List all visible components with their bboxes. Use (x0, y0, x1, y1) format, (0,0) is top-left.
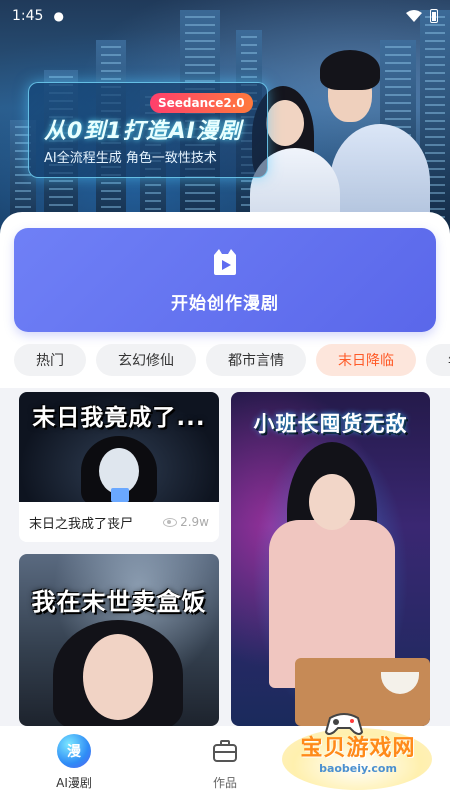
hero-woman-face (266, 100, 304, 146)
drama-thumbnail: 末日我竟成了... (19, 392, 219, 502)
card-info: 末日之我成了丧尸 2.9w (19, 502, 219, 542)
view-count-value: 2.9w (180, 515, 209, 529)
banner-title: 从0到1打造AI漫剧 (44, 119, 242, 144)
drama-card[interactable]: 末日我竟成了... 末日之我成了丧尸 2.9w (19, 392, 219, 542)
thumbnail-title: 末日我竟成了... (32, 405, 206, 431)
drama-title: 末日之我成了丧尸 (29, 516, 134, 532)
watermark-text: 宝贝游戏网 (300, 736, 416, 761)
tab-hot[interactable]: 热门 (14, 344, 86, 376)
battery-icon (430, 9, 438, 23)
nav-ai-comic-label: AI漫剧 (56, 776, 92, 790)
phone-glow (111, 488, 129, 502)
notification-icon: ● (53, 9, 64, 23)
briefcase-icon (213, 740, 237, 762)
start-create-label: 开始创作漫剧 (171, 293, 279, 314)
tab-era[interactable]: 年代 (426, 344, 450, 376)
nav-works-label: 作品 (212, 776, 237, 790)
tab-apocalypse[interactable]: 末日降临 (316, 344, 416, 376)
drama-card[interactable]: 我在末世卖盒饭 (19, 554, 219, 726)
thumbnail-title: 我在末世卖盒饭 (31, 588, 207, 616)
tab-fantasy[interactable]: 玄幻修仙 (96, 344, 196, 376)
watermark-url: baobeiy.com (319, 762, 397, 775)
view-count: 2.9w (163, 515, 209, 529)
thumbnail-title: 小班长囤货无敌 (253, 412, 408, 436)
video-create-icon (214, 248, 236, 275)
character-face (309, 474, 355, 530)
wifi-icon (406, 10, 422, 22)
character-face (83, 634, 153, 720)
status-time: 1:45 (12, 8, 44, 24)
drama-thumbnail: 小班长囤货无敌 (231, 392, 430, 726)
version-badge: Seedance2.0 (150, 93, 253, 113)
comic-icon: 漫 (57, 734, 91, 768)
status-bar: 1:45 ● (12, 6, 438, 26)
tab-urban-romance[interactable]: 都市言情 (206, 344, 306, 376)
category-tabs: 热门 玄幻修仙 都市言情 末日降临 年代 (14, 344, 450, 376)
nav-works[interactable]: 作品 (185, 734, 265, 791)
site-watermark: 宝贝游戏网 baobeiy.com (278, 706, 438, 792)
eye-icon (163, 517, 178, 527)
hero-banner[interactable]: 1:45 ● Seedance2.0 从0到1打造AI漫剧 AI全流程生成 角色… (0, 0, 450, 240)
hero-man-hair (320, 50, 380, 90)
nav-ai-comic[interactable]: 漫 AI漫剧 (34, 734, 114, 791)
drama-thumbnail: 我在末世卖盒饭 (19, 554, 219, 726)
drama-card[interactable]: 小班长囤货无敌 (231, 392, 430, 726)
start-create-button[interactable]: 开始创作漫剧 (14, 228, 436, 332)
banner-subtitle: AI全流程生成 角色一致性技术 (44, 151, 217, 166)
